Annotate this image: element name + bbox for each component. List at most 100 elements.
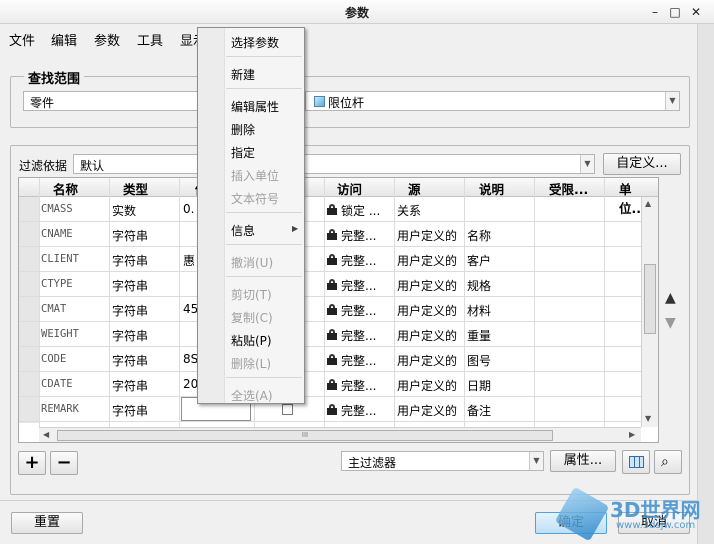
cell-type[interactable]: 实数 [112,202,136,219]
scroll-right-icon[interactable]: ▶ [629,430,635,439]
cell-source[interactable]: 用户定义的 [397,402,457,419]
minimize-button[interactable]: – [647,4,663,20]
cell-source[interactable]: 用户定义的 [397,327,457,344]
header-description[interactable]: 说明 [479,179,504,198]
cell-access[interactable]: 完整... [341,352,376,369]
cell-access[interactable]: 完整... [341,252,376,269]
add-parameter-button[interactable]: + [18,451,46,475]
context-menu-item[interactable]: 插入单位 [231,167,279,184]
cell-name[interactable]: CMASS [41,203,73,215]
cell-description[interactable]: 图号 [467,352,491,369]
cell-value[interactable]: 惠 [183,252,195,269]
vertical-scrollbar[interactable]: ▲ ▼ [641,197,658,427]
scroll-up-icon[interactable]: ▲ [645,199,651,208]
cell-value[interactable]: 20 [183,377,198,391]
cell-access[interactable]: 完整... [341,277,376,294]
cell-name[interactable]: CDATE [41,378,73,390]
context-menu-item[interactable]: 新建 [231,66,255,83]
cell-access[interactable]: 完整... [341,227,376,244]
cell-access[interactable]: 完整... [341,377,376,394]
table-columns-button[interactable] [622,450,650,474]
cell-description[interactable]: 日期 [467,377,491,394]
table-row[interactable]: WEIGHT 字符串 完整... 用户定义的 重量 [19,322,658,347]
cell-access[interactable]: 完整... [341,327,376,344]
cell-description[interactable]: 规格 [467,277,491,294]
cell-description[interactable]: 名称 [467,227,491,244]
cell-name[interactable]: CODE [41,353,66,365]
table-row[interactable]: CMASS 实数 0. 锁定 ... 关系 [19,197,658,222]
designate-checkbox[interactable] [282,404,293,415]
context-menu-item[interactable]: 指定 [231,144,255,161]
scroll-down-icon[interactable]: ▼ [645,414,651,423]
header-type[interactable]: 类型 [123,179,148,198]
properties-button[interactable]: 属性... [550,450,616,472]
context-menu-item[interactable]: 剪切(T) [231,286,272,303]
table-row[interactable]: CNAME 字符串 完整... 用户定义的 名称 [19,222,658,247]
header-name[interactable]: 名称 [53,179,78,198]
table-row[interactable]: CLIENT 字符串 惠 完整... 用户定义的 客户 [19,247,658,272]
table-row[interactable]: REMARK 字符串 完整... 用户定义的 备注 [19,397,658,422]
table-row[interactable]: CMAT 字符串 45 完整... 用户定义的 材料 [19,297,658,322]
context-menu-item[interactable]: 编辑属性 [231,98,279,115]
customize-button[interactable]: 自定义... [603,153,681,175]
table-row[interactable]: CODE 字符串 8S 完整... 用户定义的 图号 [19,347,658,372]
cell-type[interactable]: 字符串 [112,377,148,394]
table-row[interactable]: CTYPE 字符串 完整... 用户定义的 规格 [19,272,658,297]
object-dropdown[interactable]: 限位杆 ▼ [305,91,680,111]
cell-type[interactable]: 字符串 [112,352,148,369]
context-menu-item[interactable]: 复制(C) [231,309,273,326]
filter-dropdown[interactable]: 默认 ▼ [73,154,595,174]
cell-access[interactable]: 完整... [341,402,376,419]
context-menu-item[interactable]: 粘贴(P) [231,332,272,349]
cell-source[interactable]: 用户定义的 [397,277,457,294]
cell-description[interactable]: 材料 [467,302,491,319]
context-menu-item[interactable]: 删除 [231,121,255,138]
cell-source[interactable]: 用户定义的 [397,227,457,244]
move-down-icon[interactable]: ▼ [665,315,676,331]
cell-source[interactable]: 用户定义的 [397,252,457,269]
cell-source[interactable]: 关系 [397,202,421,219]
menu-edit[interactable]: 编辑 [51,30,77,49]
menu-tools[interactable]: 工具 [137,30,163,49]
main-filter-dropdown[interactable]: 主过滤器 ▼ [341,451,544,471]
context-menu-item[interactable]: 撤消(U) [231,254,273,271]
cell-access[interactable]: 完整... [341,302,376,319]
find-button[interactable]: ⌕ [654,450,682,474]
cell-source[interactable]: 用户定义的 [397,302,457,319]
scrollbar-thumb[interactable] [644,264,656,334]
cell-name[interactable]: CMAT [41,303,66,315]
cell-description[interactable]: 重量 [467,327,491,344]
close-button[interactable]: ✕ [688,4,704,20]
context-menu-item[interactable]: 全选(A) [231,387,273,404]
cell-access[interactable]: 锁定 ... [341,202,380,219]
cell-type[interactable]: 字符串 [112,252,148,269]
context-menu-item[interactable]: 选择参数 [231,34,279,51]
header-restricted[interactable]: 受限... [549,179,588,198]
cell-source[interactable]: 用户定义的 [397,377,457,394]
context-menu-item[interactable]: 信息 [231,222,255,239]
cell-type[interactable]: 字符串 [112,302,148,319]
cell-description[interactable]: 客户 [467,252,491,269]
cell-name[interactable]: CNAME [41,228,73,240]
cell-value[interactable]: 0. [183,202,194,216]
context-menu-item[interactable]: 文本符号 [231,190,279,207]
header-access[interactable]: 访问 [337,179,362,198]
scroll-left-icon[interactable]: ◀ [43,430,49,439]
maximize-button[interactable]: □ [667,4,683,20]
cell-type[interactable]: 字符串 [112,277,148,294]
cell-name[interactable]: WEIGHT [41,328,79,340]
cell-value[interactable]: 45 [183,302,198,316]
cell-name[interactable]: CLIENT [41,253,79,265]
cell-description[interactable]: 备注 [467,402,491,419]
horizontal-scrollbar[interactable]: ◀ III ▶ [39,427,641,442]
menu-file[interactable]: 文件 [9,30,35,49]
remove-parameter-button[interactable]: − [50,451,78,475]
parameters-table[interactable]: 名称 类型 值 指定 访问 源 说明 受限... 单位... CMASS实数0.… [18,177,659,443]
menu-parameters[interactable]: 参数 [94,30,120,49]
table-row[interactable]: CDATE 字符串 20 完整... 用户定义的 日期 [19,372,658,397]
reset-button[interactable]: 重置 [11,512,83,534]
cell-type[interactable]: 字符串 [112,402,148,419]
cell-type[interactable]: 字符串 [112,227,148,244]
cell-value[interactable]: 8S [183,352,198,366]
scope-dropdown[interactable]: 零件 [23,91,198,111]
